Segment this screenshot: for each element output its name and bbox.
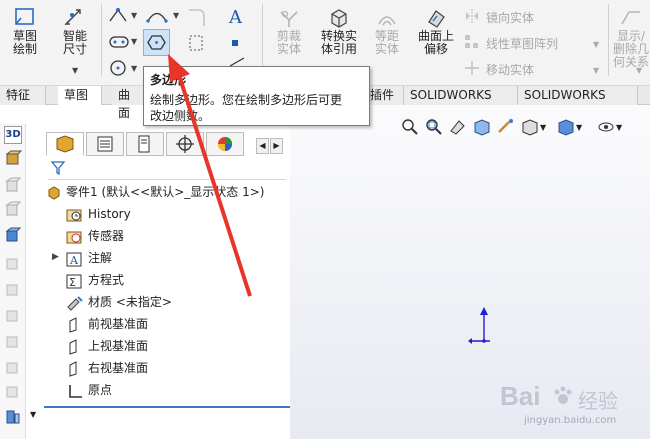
red-annotation-arrow [168, 54, 252, 297]
